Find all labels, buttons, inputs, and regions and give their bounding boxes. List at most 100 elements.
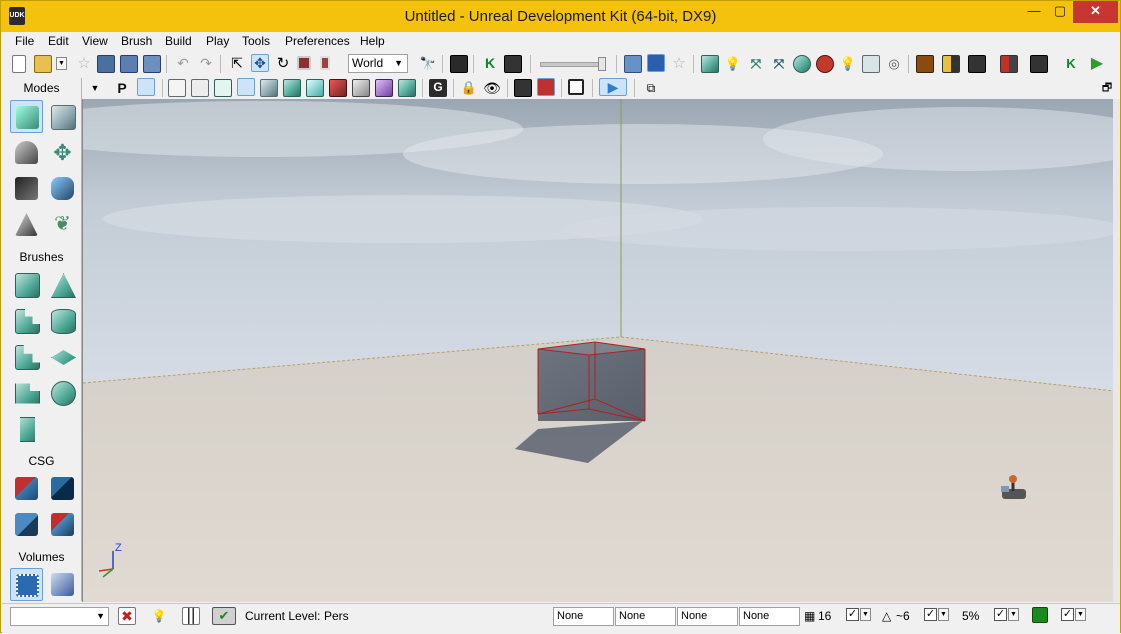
- texture-density-icon[interactable]: [329, 79, 347, 97]
- menu-edit[interactable]: Edit: [48, 34, 69, 48]
- perspective-viewport[interactable]: Z: [82, 99, 1114, 602]
- csg-subtract-button[interactable]: [46, 472, 79, 505]
- menu-tools[interactable]: Tools: [242, 34, 270, 48]
- menu-view[interactable]: View: [82, 34, 108, 48]
- add-volume-button[interactable]: [10, 568, 43, 601]
- menu-preferences[interactable]: Preferences: [285, 34, 350, 48]
- sphere-brush-button[interactable]: [46, 376, 79, 409]
- maximize-viewport-icon[interactable]: [568, 79, 584, 95]
- autosave-checkbox[interactable]: ✓: [1061, 608, 1074, 621]
- play-green-arrow-icon[interactable]: ▶: [1088, 55, 1106, 73]
- detail-lighting-icon[interactable]: [260, 79, 278, 97]
- bookmark-star-icon[interactable]: ☆: [670, 55, 688, 73]
- cubic-view-icon[interactable]: [624, 55, 642, 73]
- realtime-preview-icon[interactable]: [537, 78, 555, 96]
- scale-mode-icon[interactable]: [297, 56, 311, 70]
- cone-brush-button[interactable]: [46, 268, 79, 301]
- tear-off-viewport-icon[interactable]: ⧉: [642, 79, 660, 97]
- open-folder-icon[interactable]: [34, 55, 52, 73]
- eye-icon[interactable]: 👁: [483, 79, 501, 97]
- spiral-stair-brush-button[interactable]: [10, 376, 43, 409]
- kismet-debug-icon[interactable]: K: [1062, 55, 1080, 73]
- csg-deintersect-button[interactable]: [46, 508, 79, 541]
- title-bar[interactable]: UDK Untitled - Unreal Development Kit (6…: [1, 1, 1120, 32]
- lighting-bulb-icon[interactable]: 💡: [150, 607, 168, 625]
- viewport-options-dropdown[interactable]: ▼: [86, 79, 104, 97]
- build-paths-icon[interactable]: ⤧: [747, 55, 765, 73]
- menu-brush[interactable]: Brush: [121, 34, 152, 48]
- kismet-icon[interactable]: K: [481, 55, 499, 73]
- scale-snap-checkbox[interactable]: ✓: [994, 608, 1007, 621]
- texture-align-button[interactable]: [10, 172, 43, 205]
- curved-stair-brush-button[interactable]: [10, 304, 43, 337]
- unlit-view-icon[interactable]: [214, 79, 232, 97]
- build-all-icon[interactable]: [793, 55, 811, 73]
- lock-icon[interactable]: 🔒: [460, 79, 478, 97]
- menu-play[interactable]: Play: [206, 34, 229, 48]
- csg-add-button[interactable]: [10, 472, 43, 505]
- terrain-mode-button[interactable]: [10, 136, 43, 169]
- move-mode-button[interactable]: ✥: [46, 136, 79, 169]
- coordinate-system-select[interactable]: World ▼: [348, 54, 408, 73]
- drag-grid-slider[interactable]: [540, 62, 604, 67]
- linear-stair-brush-button[interactable]: [10, 340, 43, 373]
- grid-size-dropdown[interactable]: ▼: [860, 608, 871, 621]
- layer-select[interactable]: ▼: [10, 607, 109, 626]
- lit-view-icon[interactable]: [237, 78, 255, 96]
- maximize-button[interactable]: ▢: [1047, 1, 1073, 23]
- drag-grid-toggle-icon[interactable]: ✖: [118, 607, 136, 625]
- cylinder-brush-button[interactable]: [46, 304, 79, 337]
- save-icon[interactable]: [97, 55, 115, 73]
- sheet-brush-button[interactable]: [46, 340, 79, 373]
- viewport-scrollbar[interactable]: [1113, 99, 1120, 602]
- lightmap-icon[interactable]: 💡: [839, 55, 857, 73]
- play-on-pc-icon[interactable]: [942, 55, 960, 73]
- restore-viewport-icon[interactable]: 🗗: [1098, 79, 1116, 97]
- binoculars-search-icon[interactable]: 🔭: [419, 55, 437, 73]
- save-as-icon[interactable]: [120, 55, 138, 73]
- shader-complexity-icon[interactable]: [352, 79, 370, 97]
- volumetric-brush-button[interactable]: [10, 412, 43, 445]
- save-all-icon[interactable]: [143, 55, 161, 73]
- close-button[interactable]: ✕: [1073, 1, 1118, 23]
- rotate-mode-icon[interactable]: ↻: [274, 55, 292, 73]
- reflections-icon[interactable]: [398, 79, 416, 97]
- matinee-clapper-icon[interactable]: [504, 55, 522, 73]
- game-view-icon[interactable]: G: [429, 79, 447, 97]
- nonuniform-scale-icon[interactable]: [320, 56, 330, 70]
- favorite-star-icon[interactable]: ☆: [75, 55, 93, 73]
- build-geometry-icon[interactable]: [701, 55, 719, 73]
- play-on-console-icon[interactable]: [1000, 55, 1018, 73]
- light-complexity-icon[interactable]: [306, 79, 324, 97]
- rotation-snap-dropdown[interactable]: ▼: [938, 608, 949, 621]
- menu-help[interactable]: Help: [360, 34, 385, 48]
- camera-lock-icon[interactable]: [137, 78, 155, 96]
- select-cursor-icon[interactable]: ⇱: [228, 55, 246, 73]
- geometry-mode-button[interactable]: [46, 100, 79, 133]
- level-grid-icon[interactable]: [182, 607, 200, 625]
- open-recent-dropdown[interactable]: ▼: [56, 57, 67, 70]
- slider-handle[interactable]: [598, 57, 606, 71]
- perspective-view-icon[interactable]: P: [113, 79, 131, 97]
- content-browser-icon[interactable]: [450, 55, 468, 73]
- minimize-button[interactable]: —: [1021, 1, 1047, 23]
- brush-wireframe-icon[interactable]: [191, 79, 209, 97]
- autosave-icon[interactable]: [1032, 607, 1048, 623]
- landscape-mode-button[interactable]: [10, 208, 43, 241]
- grid-snap-checkbox[interactable]: ✓: [846, 608, 859, 621]
- unreal-frontend-icon[interactable]: [1030, 55, 1048, 73]
- redo-icon[interactable]: ↷: [197, 55, 215, 73]
- lighting-info-icon[interactable]: [862, 55, 880, 73]
- lightmap-density-icon[interactable]: [375, 79, 393, 97]
- translate-mode-icon[interactable]: ✥: [251, 54, 269, 72]
- autosave-dropdown[interactable]: ▼: [1075, 608, 1086, 621]
- rotation-snap-checkbox[interactable]: ✓: [924, 608, 937, 621]
- wireframe-view-icon[interactable]: [168, 79, 186, 97]
- undo-icon[interactable]: ↶: [174, 55, 192, 73]
- build-stop-icon[interactable]: [816, 55, 834, 73]
- menu-file[interactable]: File: [15, 34, 34, 48]
- scale-snap-dropdown[interactable]: ▼: [1008, 608, 1019, 621]
- build-lighting-icon[interactable]: 💡: [724, 55, 742, 73]
- play-in-viewport-icon[interactable]: ▶: [599, 78, 627, 96]
- menu-build[interactable]: Build: [165, 34, 192, 48]
